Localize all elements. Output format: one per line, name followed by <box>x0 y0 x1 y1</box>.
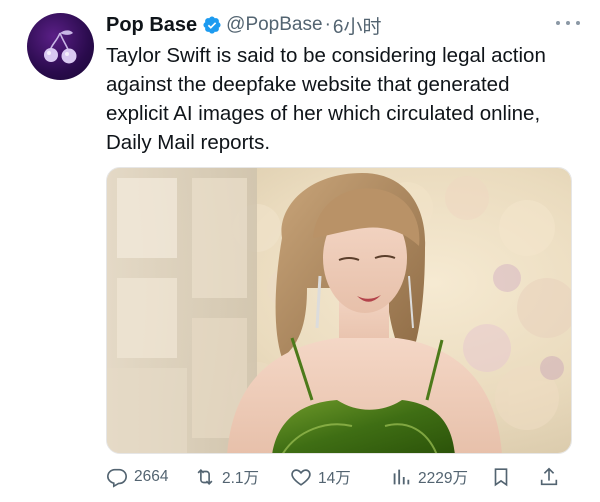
photo-image <box>107 168 571 453</box>
tweet-photo[interactable] <box>106 167 572 454</box>
verified-badge-icon <box>202 15 222 35</box>
cherry-logo-icon <box>44 30 77 64</box>
tweet-actions: 2664 2.1万 14万 2229万 <box>106 464 572 490</box>
repost-count: 2.1万 <box>222 470 260 487</box>
more-options-icon[interactable] <box>556 18 580 28</box>
reply-button[interactable]: 2664 <box>106 466 194 488</box>
author-display-name[interactable]: Pop Base <box>106 14 197 37</box>
views-count: 2229万 <box>418 470 468 487</box>
tweet[interactable]: Pop Base @PopBase · 6小时 Taylor Swift is … <box>0 0 600 502</box>
like-count: 14万 <box>318 470 351 487</box>
bookmark-icon <box>494 468 508 487</box>
views-button[interactable]: 2229万 <box>390 466 490 488</box>
tweet-text: Taylor Swift is said to be considering l… <box>106 44 546 154</box>
avatar[interactable] <box>27 13 94 80</box>
like-button[interactable]: 14万 <box>290 466 390 488</box>
tweet-timestamp[interactable]: 6小时 <box>333 12 382 39</box>
views-chart-icon <box>393 469 410 485</box>
author-handle[interactable]: @PopBase <box>226 14 322 36</box>
share-icon <box>540 467 558 486</box>
reply-count: 2664 <box>134 468 169 485</box>
reply-icon <box>107 468 127 488</box>
heart-icon <box>291 469 311 486</box>
repost-button[interactable]: 2.1万 <box>194 466 278 488</box>
separator-dot: · <box>324 14 331 35</box>
tweet-header: Pop Base @PopBase · 6小时 <box>106 12 560 38</box>
share-button[interactable] <box>538 466 568 488</box>
bookmark-button[interactable] <box>490 466 524 488</box>
repost-icon <box>197 468 213 486</box>
